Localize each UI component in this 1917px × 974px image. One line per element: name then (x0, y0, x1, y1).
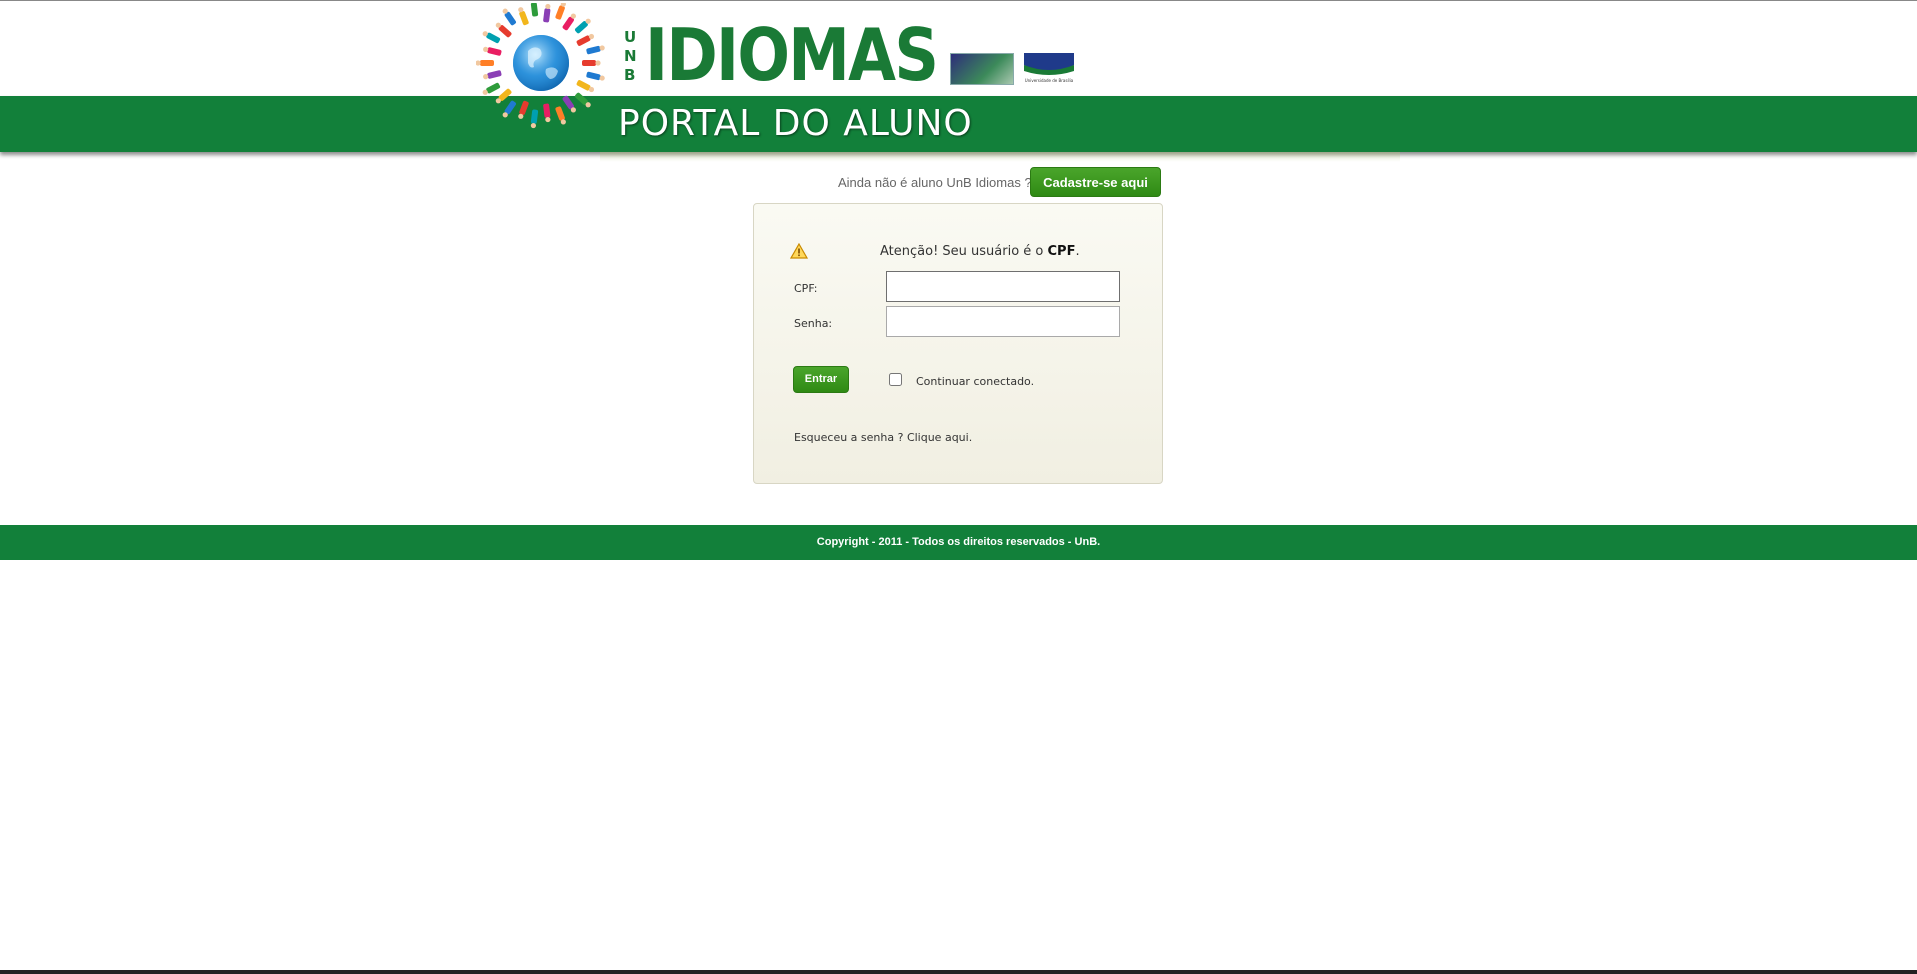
person-head (483, 47, 488, 52)
brand-letter: U (624, 29, 642, 45)
person-figure (576, 79, 591, 91)
person-figure (531, 3, 539, 17)
person-figure (555, 5, 566, 20)
person-figure (519, 100, 530, 115)
password-input[interactable] (886, 306, 1120, 337)
person-head (483, 74, 488, 79)
password-label: Senha: (794, 317, 832, 330)
warning-text: Atenção! Seu usuário é o (880, 244, 1048, 259)
person-head (586, 19, 591, 24)
person-head (518, 114, 523, 119)
person-figure (487, 70, 502, 79)
person-head (531, 123, 536, 128)
person-head (496, 98, 501, 103)
universidade-de-brasilia-logo: Universidade de Brasília (1020, 51, 1078, 85)
person-figure (586, 45, 601, 54)
person-figure (576, 35, 591, 47)
brand-unb: U N B (624, 29, 642, 83)
person-figure (480, 60, 494, 66)
person-figure (543, 8, 551, 23)
person-head (545, 4, 550, 9)
portal-title: PORTAL DO ALUNO (618, 100, 973, 148)
person-figure (582, 60, 596, 66)
cpf-label: CPF: (794, 282, 818, 295)
copyright-text: Copyright - 2011 - Todos os direitos res… (0, 536, 1917, 548)
person-head (496, 23, 501, 28)
warning-suffix: . (1075, 244, 1079, 259)
person-head (503, 112, 508, 117)
person-head (600, 45, 605, 50)
remember-label: Continuar conectado. (916, 375, 1034, 388)
person-head (561, 119, 566, 124)
cpf-input[interactable] (886, 271, 1120, 302)
person-head (483, 31, 488, 36)
person-figure (519, 11, 530, 26)
person-figure (586, 71, 601, 80)
bottom-border (0, 970, 1917, 974)
brand-name: IDIOMAS (645, 19, 937, 89)
person-head (600, 75, 605, 80)
person-head (571, 107, 576, 112)
remember-checkbox[interactable] (889, 373, 902, 386)
person-figure (487, 47, 502, 56)
enter-button[interactable]: Entrar (793, 366, 849, 393)
warning-emphasis: CPF (1048, 244, 1076, 259)
person-head (589, 87, 594, 92)
person-head (595, 60, 600, 65)
person-figure (543, 103, 551, 118)
globe-people-logo (476, 3, 606, 129)
person-head (503, 9, 508, 14)
cpf-warning: Atenção! Seu usuário é o CPF. (880, 244, 1080, 259)
brand-letter: B (624, 67, 642, 83)
person-head (518, 7, 523, 12)
signup-prompt: Ainda não é aluno UnB Idiomas ? (838, 175, 1032, 190)
signup-button[interactable]: Cadastre-se aqui (1030, 167, 1161, 197)
unb-idiomas-emblem (950, 53, 1014, 85)
brand-letter: N (624, 48, 642, 64)
header-shadow (600, 152, 1400, 162)
person-figure (486, 82, 501, 94)
person-figure (531, 109, 539, 124)
person-head (571, 13, 576, 18)
uni-logo-caption: Universidade de Brasília (1025, 78, 1074, 83)
person-head (476, 60, 481, 65)
forgot-password-link[interactable]: Esqueceu a senha ? Clique aqui. (794, 431, 972, 444)
warning-icon (790, 243, 808, 259)
person-figure (486, 32, 501, 44)
person-figure (555, 106, 566, 121)
person-head (586, 102, 591, 107)
person-head (483, 90, 488, 95)
person-head (545, 117, 550, 122)
person-head (589, 34, 594, 39)
